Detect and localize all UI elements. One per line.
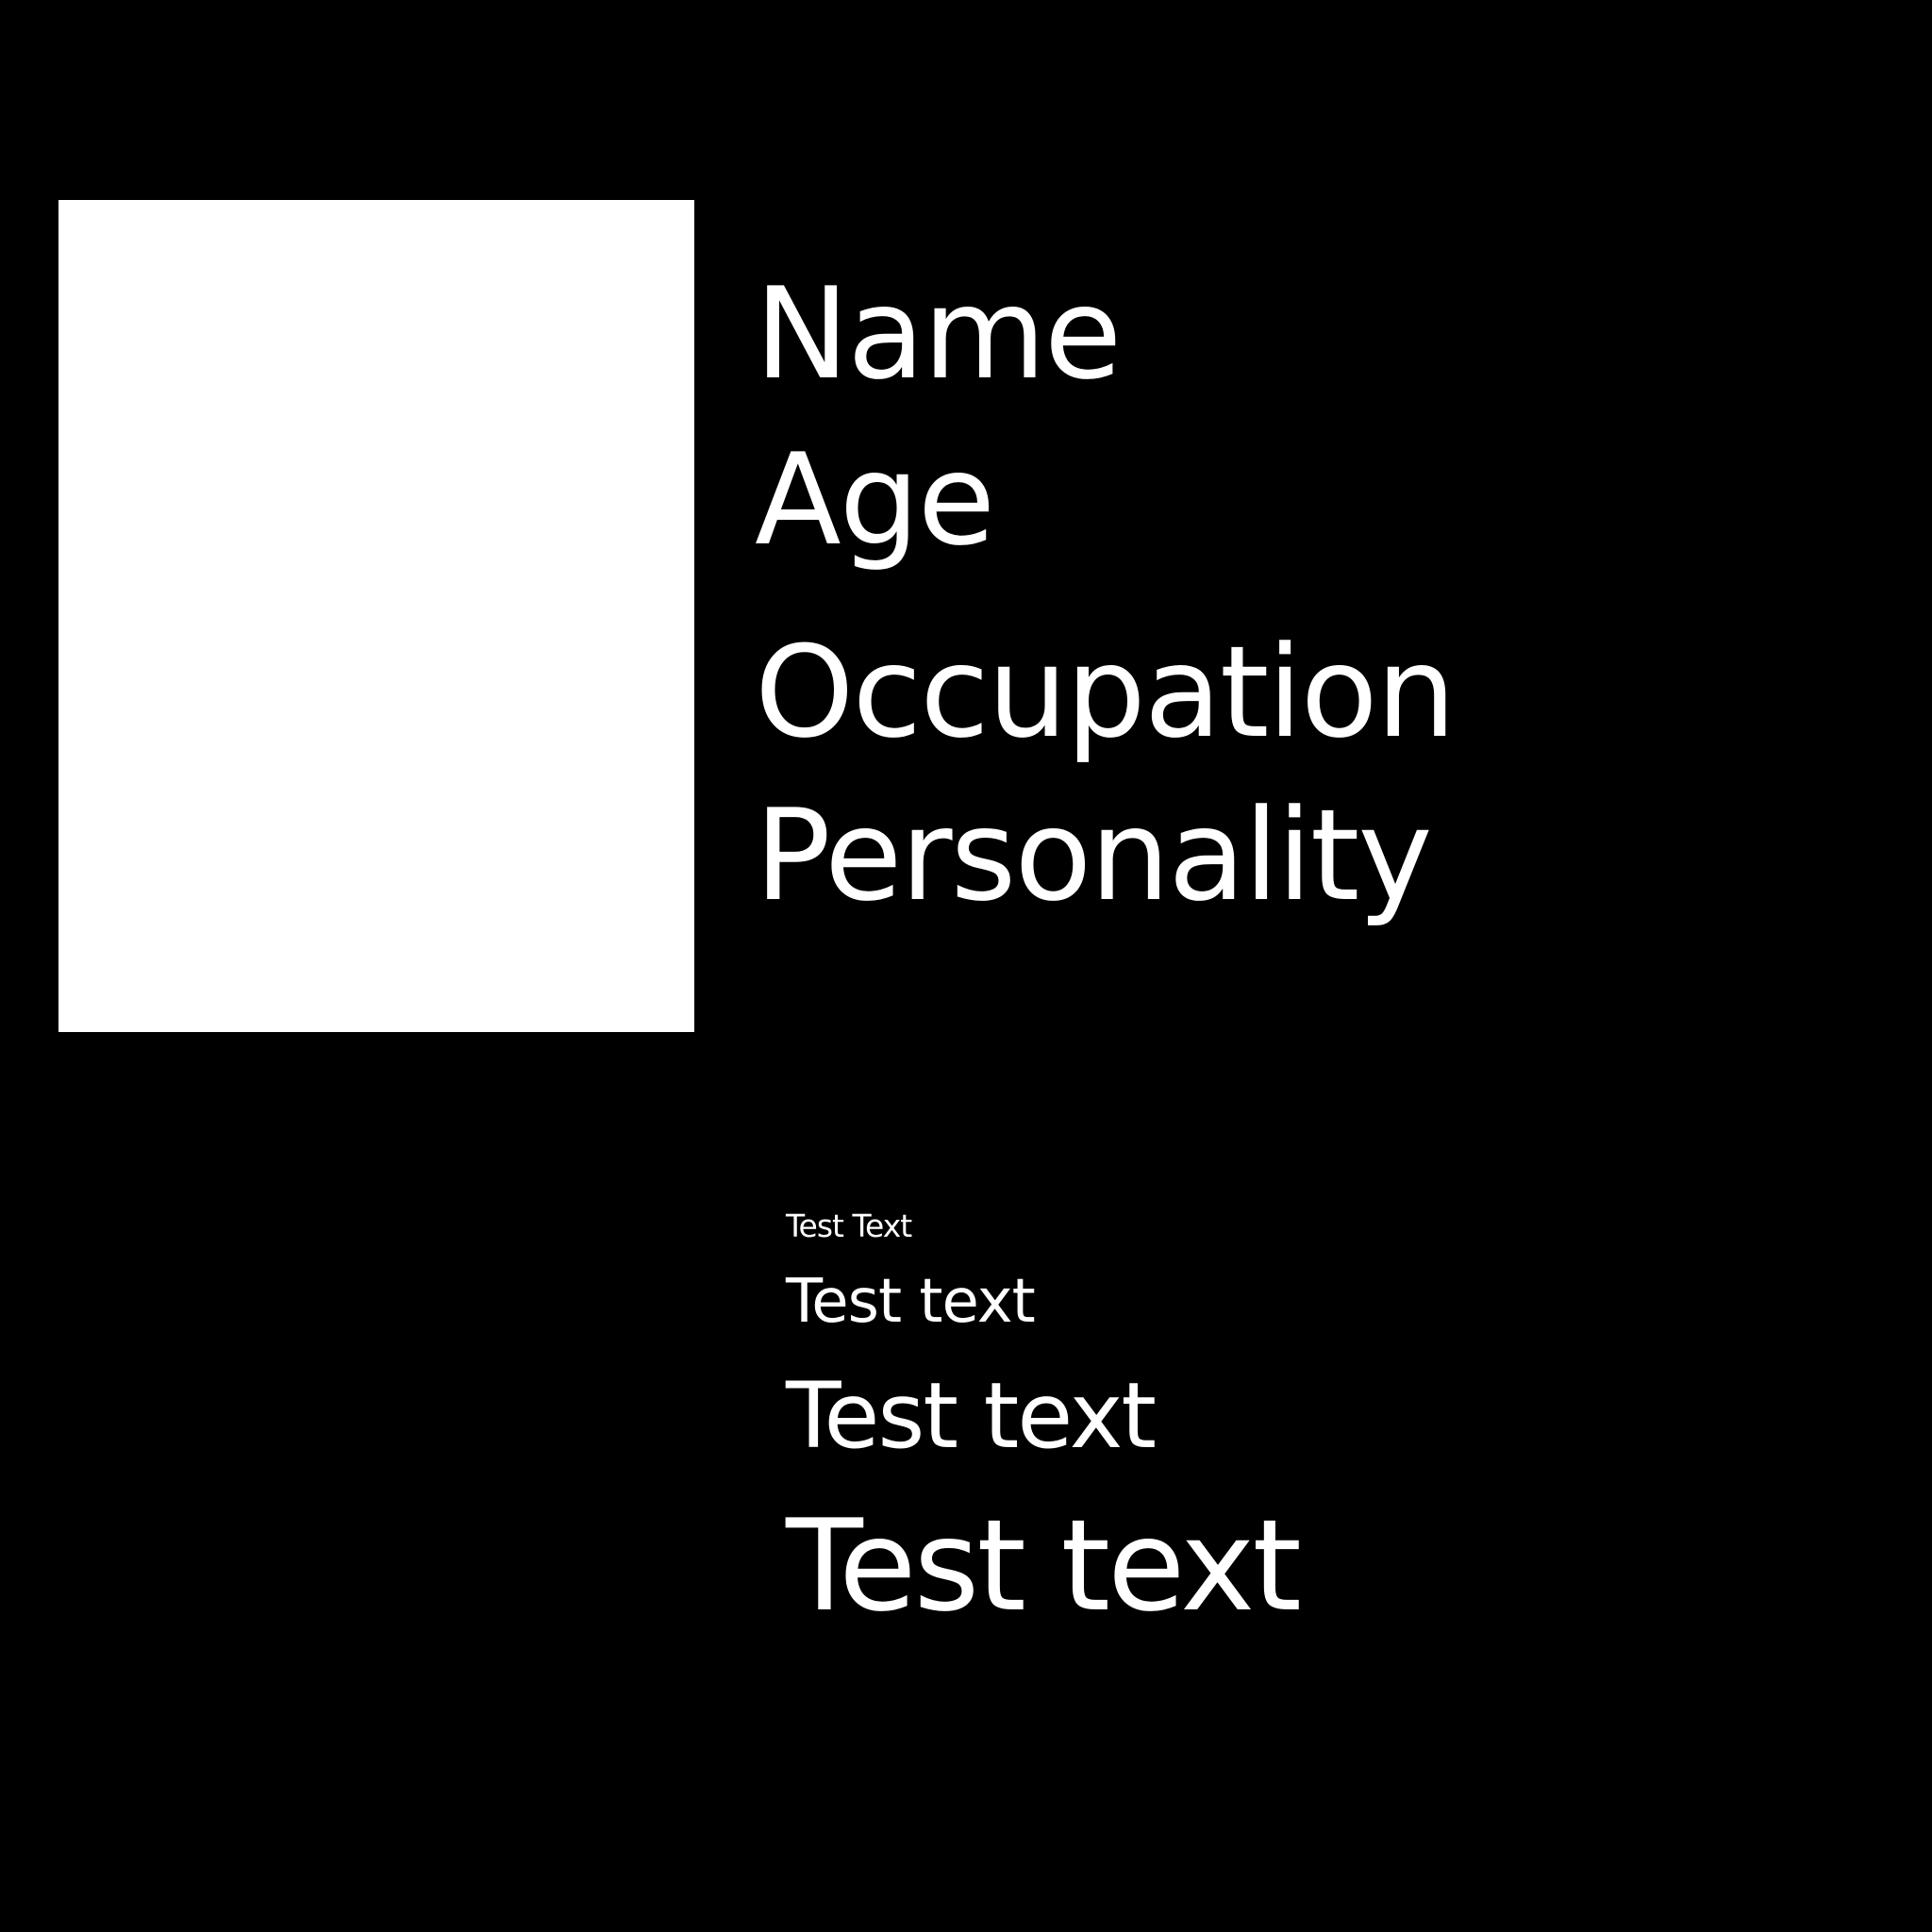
profile-card-canvas: Name Age Occupation Personality Test Tex… <box>0 0 1932 1932</box>
name-label: Name <box>755 260 1122 408</box>
sample-text-large: Test text <box>786 1363 1157 1469</box>
occupation-label: Occupation <box>755 619 1457 766</box>
photo-placeholder <box>58 200 694 1032</box>
sample-text-xlarge: Test text <box>786 1492 1302 1640</box>
personality-label: Personality <box>755 782 1433 929</box>
sample-text-small: Test Text <box>786 1208 912 1244</box>
sample-text-medium: Test text <box>786 1267 1036 1337</box>
age-label: Age <box>755 426 995 574</box>
